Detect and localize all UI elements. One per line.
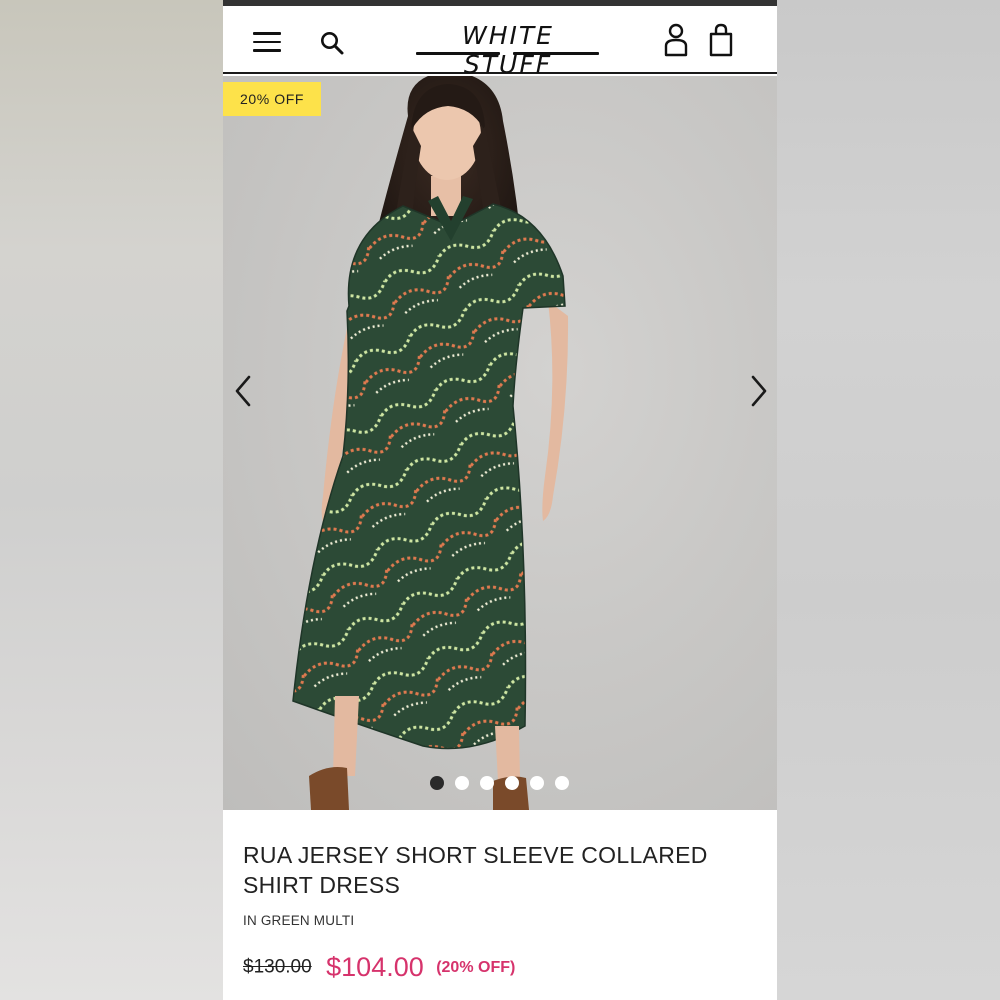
- search-icon[interactable]: [319, 30, 345, 56]
- background-left: [0, 0, 223, 1000]
- carousel-dot[interactable]: [505, 776, 519, 790]
- carousel-dot[interactable]: [555, 776, 569, 790]
- brand-logo[interactable]: WHITE STUFF: [413, 18, 603, 79]
- chevron-left-icon[interactable]: [229, 374, 259, 408]
- discount-badge: 20% OFF: [223, 82, 321, 116]
- site-header: WHITE STUFF: [223, 6, 777, 79]
- product-color: IN GREEN MULTI: [243, 913, 355, 928]
- chevron-right-icon[interactable]: [743, 374, 773, 408]
- shopping-bag-icon[interactable]: [708, 22, 734, 58]
- product-title: RUA JERSEY SHORT SLEEVE COLLARED SHIRT D…: [243, 842, 708, 898]
- product-photo: [292, 76, 569, 810]
- sale-price: $104.00: [326, 952, 424, 982]
- product-image-gallery[interactable]: 20% OFF: [223, 76, 777, 810]
- carousel-dot[interactable]: [455, 776, 469, 790]
- hamburger-menu-icon[interactable]: [253, 32, 281, 52]
- discount-label: (20% OFF): [436, 958, 516, 976]
- price-row: $130.00 $104.00 (20% OFF): [243, 952, 515, 988]
- carousel-dot[interactable]: [480, 776, 494, 790]
- carousel-dot[interactable]: [530, 776, 544, 790]
- carousel-dot[interactable]: [430, 776, 444, 790]
- brand-logo-text: WHITE STUFF: [462, 21, 554, 79]
- phone-screen: WHITE STUFF 20% OFF RUA JERSEY SHORT SLE…: [223, 0, 777, 1000]
- account-icon[interactable]: [663, 22, 689, 58]
- background-right: [777, 0, 1000, 1000]
- original-price: $130.00: [243, 956, 312, 978]
